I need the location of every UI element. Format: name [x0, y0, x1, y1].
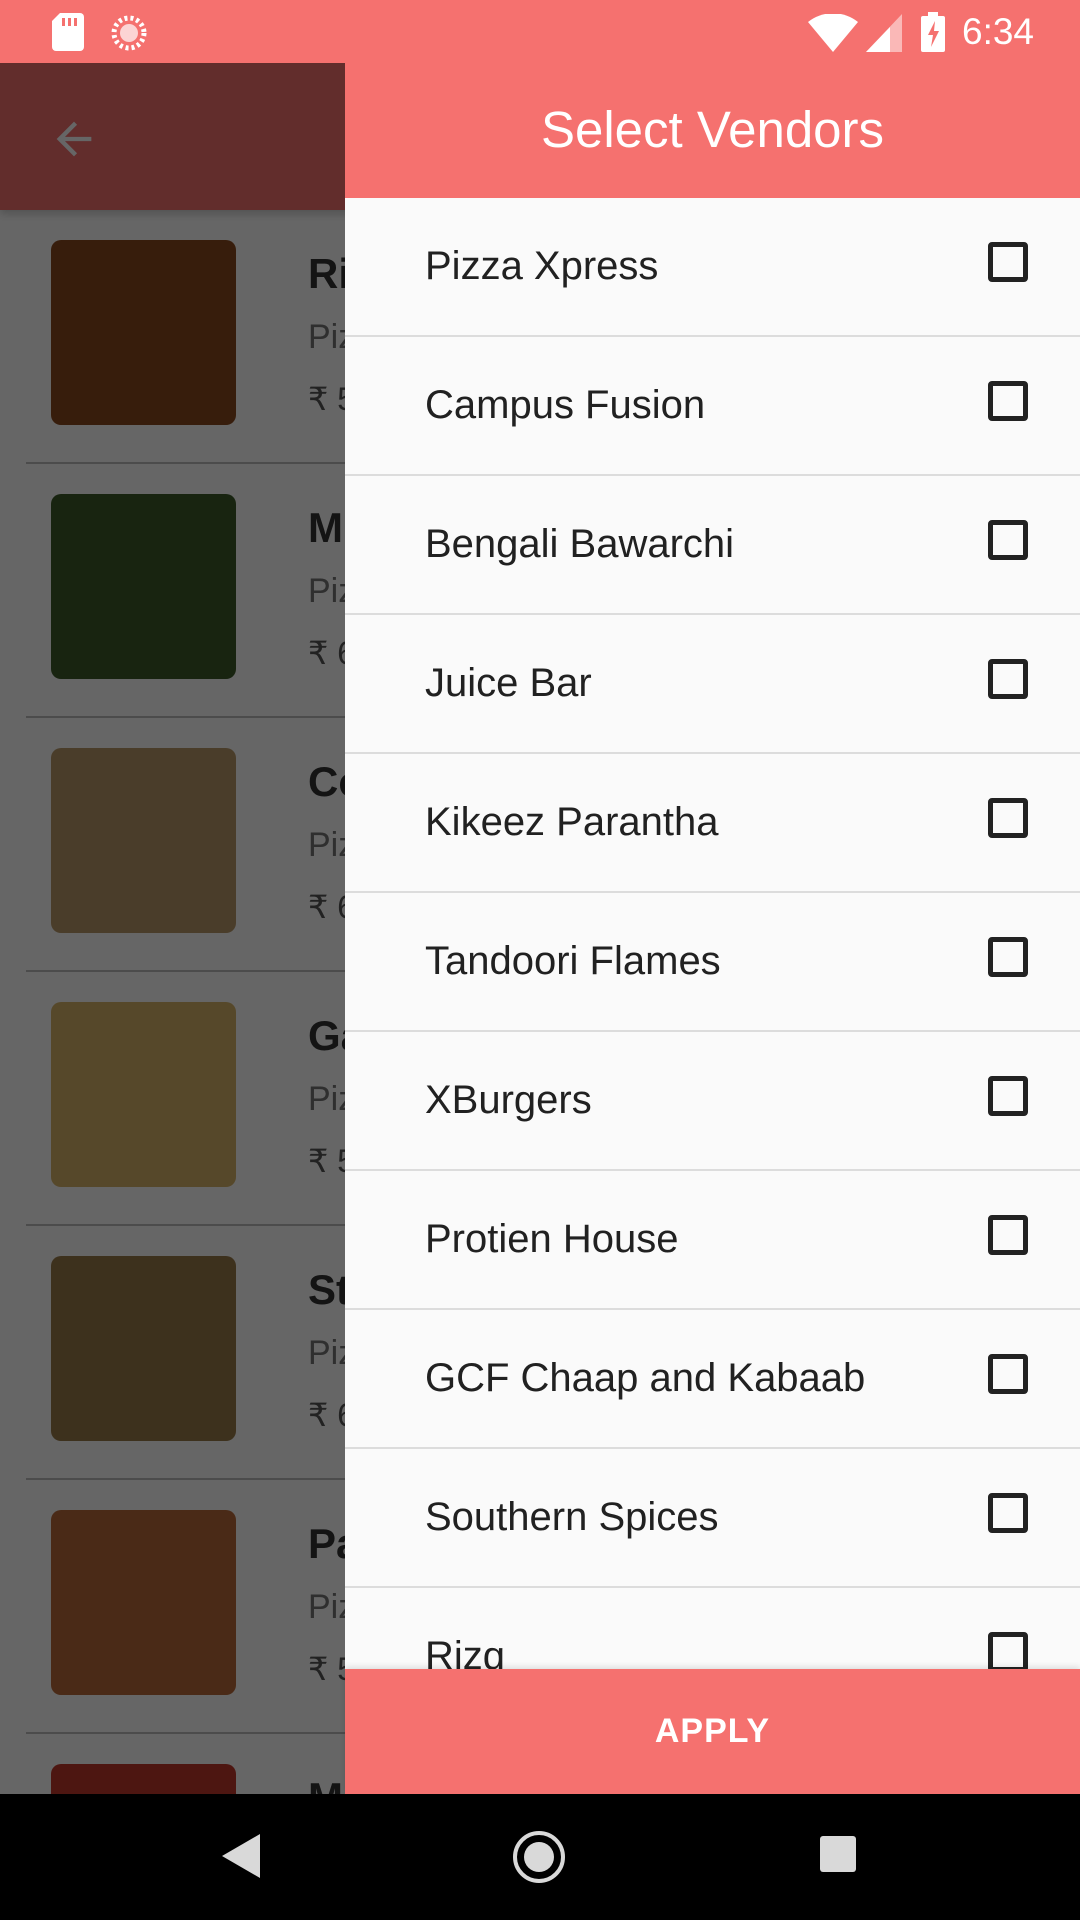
- vendor-label: Juice Bar: [425, 661, 592, 705]
- vendor-list: Pizza Xpress Campus Fusion Bengali Bawarch…: [345, 198, 1080, 1669]
- vendor-checkbox[interactable]: [988, 1632, 1028, 1669]
- vendor-row[interactable]: Campus Fusion: [345, 337, 1080, 476]
- back-triangle-icon[interactable]: [222, 1834, 260, 1878]
- vendor-label: Protien House: [425, 1217, 679, 1261]
- vendor-label: Kikeez Parantha: [425, 800, 719, 844]
- vendor-label: Rizq: [425, 1634, 506, 1669]
- vendor-label: XBurgers: [425, 1078, 592, 1122]
- vendor-label: Bengali Bawarchi: [425, 522, 735, 566]
- vendor-row[interactable]: Tandoori Flames: [345, 893, 1080, 1032]
- vendor-row[interactable]: Kikeez Parantha: [345, 754, 1080, 893]
- loading-icon: [111, 15, 147, 51]
- vendor-label: GCF Chaap and Kabaab: [425, 1356, 866, 1400]
- screen: RiPiz₹ 5MPiz₹ 6CoPiz₹ 6GaPiz₹ 5StPiz₹ 6P…: [0, 0, 1080, 1920]
- vendor-row[interactable]: XBurgers: [345, 1032, 1080, 1171]
- vendor-row[interactable]: Southern Spices: [345, 1449, 1080, 1588]
- vendor-label: Pizza Xpress: [425, 244, 659, 288]
- recents-square-icon[interactable]: [820, 1836, 856, 1872]
- status-time: 6:34: [962, 11, 1035, 52]
- home-circle-icon[interactable]: [512, 1830, 566, 1884]
- status-bar: 6:34: [0, 0, 1080, 63]
- navigation-bar: [0, 1794, 1080, 1920]
- vendor-row[interactable]: Bengali Bawarchi: [345, 476, 1080, 615]
- vendor-row[interactable]: Juice Bar: [345, 615, 1080, 754]
- signal-icon: [866, 14, 902, 52]
- vendor-filter-drawer: Select Vendors Pizza Xpress Campus Fusion…: [345, 63, 1080, 1794]
- vendor-checkbox[interactable]: [988, 659, 1028, 699]
- vendor-checkbox[interactable]: [988, 381, 1028, 421]
- vendor-label: Southern Spices: [425, 1495, 719, 1539]
- vendor-checkbox[interactable]: [988, 1493, 1028, 1533]
- wifi-icon: [808, 14, 858, 52]
- vendor-row[interactable]: GCF Chaap and Kabaab: [345, 1310, 1080, 1449]
- vendor-checkbox[interactable]: [988, 520, 1028, 560]
- vendor-checkbox[interactable]: [988, 937, 1028, 977]
- vendor-checkbox[interactable]: [988, 798, 1028, 838]
- sd-card-icon: [52, 13, 84, 51]
- vendor-label: Campus Fusion: [425, 383, 706, 427]
- battery-charging-icon: [921, 12, 945, 52]
- vendor-label: Tandoori Flames: [425, 939, 721, 983]
- drawer-header: Select Vendors: [345, 63, 1080, 198]
- apply-button[interactable]: APPLY: [345, 1669, 1080, 1794]
- vendor-checkbox[interactable]: [988, 242, 1028, 282]
- vendor-row[interactable]: Rizq: [345, 1588, 1080, 1669]
- vendor-checkbox[interactable]: [988, 1354, 1028, 1394]
- vendor-checkbox[interactable]: [988, 1076, 1028, 1116]
- vendor-checkbox[interactable]: [988, 1215, 1028, 1255]
- drawer-title: Select Vendors: [540, 101, 885, 158]
- vendor-row[interactable]: Pizza Xpress: [345, 198, 1080, 337]
- vendor-row[interactable]: Protien House: [345, 1171, 1080, 1310]
